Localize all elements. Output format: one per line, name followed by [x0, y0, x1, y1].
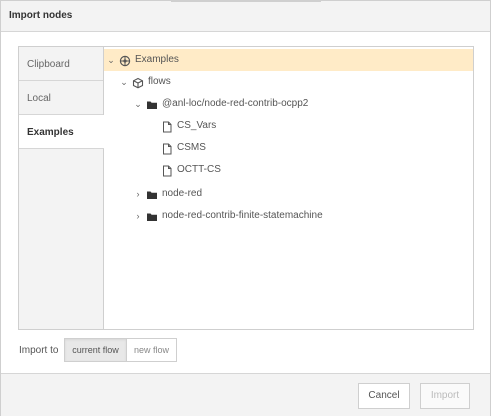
import-nodes-dialog: Import nodes Clipboard Local Examples ⌄ — [0, 0, 491, 416]
new-flow-button[interactable]: new flow — [126, 338, 177, 362]
tree-row-node-red[interactable]: › node-red — [104, 183, 473, 205]
tab-local[interactable]: Local — [19, 81, 103, 115]
chevron-down-icon[interactable]: ⌄ — [106, 49, 116, 71]
tree-label: OCTT-CS — [177, 164, 221, 175]
chevron-right-icon[interactable]: › — [133, 183, 143, 205]
tree-row-flow-file[interactable]: CS_Vars — [104, 115, 473, 137]
import-button[interactable]: Import — [420, 383, 470, 409]
folder-icon — [146, 188, 158, 200]
tree-row-examples[interactable]: ⌄ Examples — [104, 49, 473, 71]
tree-row-finite-statemachine[interactable]: › node-red-contrib-finite-statemachine — [104, 205, 473, 227]
tree-row-flows[interactable]: ⌄ flows — [104, 71, 473, 93]
tab-local-label: Local — [27, 93, 51, 104]
file-icon — [161, 142, 173, 155]
file-icon — [161, 120, 173, 133]
import-button-label: Import — [430, 390, 460, 401]
import-sidebar: Clipboard Local Examples — [19, 47, 104, 329]
cancel-button[interactable]: Cancel — [358, 383, 410, 409]
tree-row-flow-file[interactable]: OCTT-CS — [104, 159, 473, 181]
tree-label: CSMS — [177, 142, 206, 153]
tab-clipboard-label: Clipboard — [27, 59, 70, 70]
folder-icon — [146, 210, 158, 222]
folder-icon — [146, 98, 158, 110]
tree-label: CS_Vars — [177, 120, 217, 131]
tree-label: flows — [148, 76, 171, 87]
tree-row-package[interactable]: ⌄ @anl-loc/node-red-contrib-ocpp2 — [104, 93, 473, 115]
dialog-title: Import nodes — [9, 10, 73, 21]
tree-label: node-red — [162, 188, 203, 199]
globe-icon — [119, 54, 131, 67]
chevron-down-icon[interactable]: ⌄ — [119, 71, 129, 93]
tree-label: @anl-loc/node-red-contrib-ocpp2 — [162, 98, 309, 109]
tree-label: node-red-contrib-finite-statemachine — [162, 210, 323, 221]
current-flow-button[interactable]: current flow — [64, 338, 127, 362]
examples-tree: ⌄ Examples ⌄ flows ⌄ @anl-loc/node-red-c… — [104, 47, 473, 329]
file-icon — [161, 164, 173, 177]
chevron-down-icon[interactable]: ⌄ — [133, 93, 143, 115]
new-flow-label: new flow — [133, 345, 169, 355]
import-to-label: Import to — [19, 345, 59, 356]
cancel-button-label: Cancel — [368, 390, 400, 401]
dialog-titlebar: Import nodes — [1, 1, 490, 32]
current-flow-label: current flow — [72, 345, 119, 355]
dialog-footer: Cancel Import — [1, 373, 490, 416]
import-panel: Clipboard Local Examples ⌄ Examples ⌄ fl… — [18, 46, 474, 330]
titlebar-divider — [171, 1, 321, 2]
cube-icon — [132, 76, 144, 89]
tab-examples[interactable]: Examples — [19, 115, 104, 149]
tree-label: Examples — [135, 54, 179, 65]
tree-row-flow-file[interactable]: CSMS — [104, 137, 473, 159]
chevron-right-icon[interactable]: › — [133, 205, 143, 227]
tab-examples-label: Examples — [27, 127, 74, 138]
tab-clipboard[interactable]: Clipboard — [19, 47, 103, 81]
